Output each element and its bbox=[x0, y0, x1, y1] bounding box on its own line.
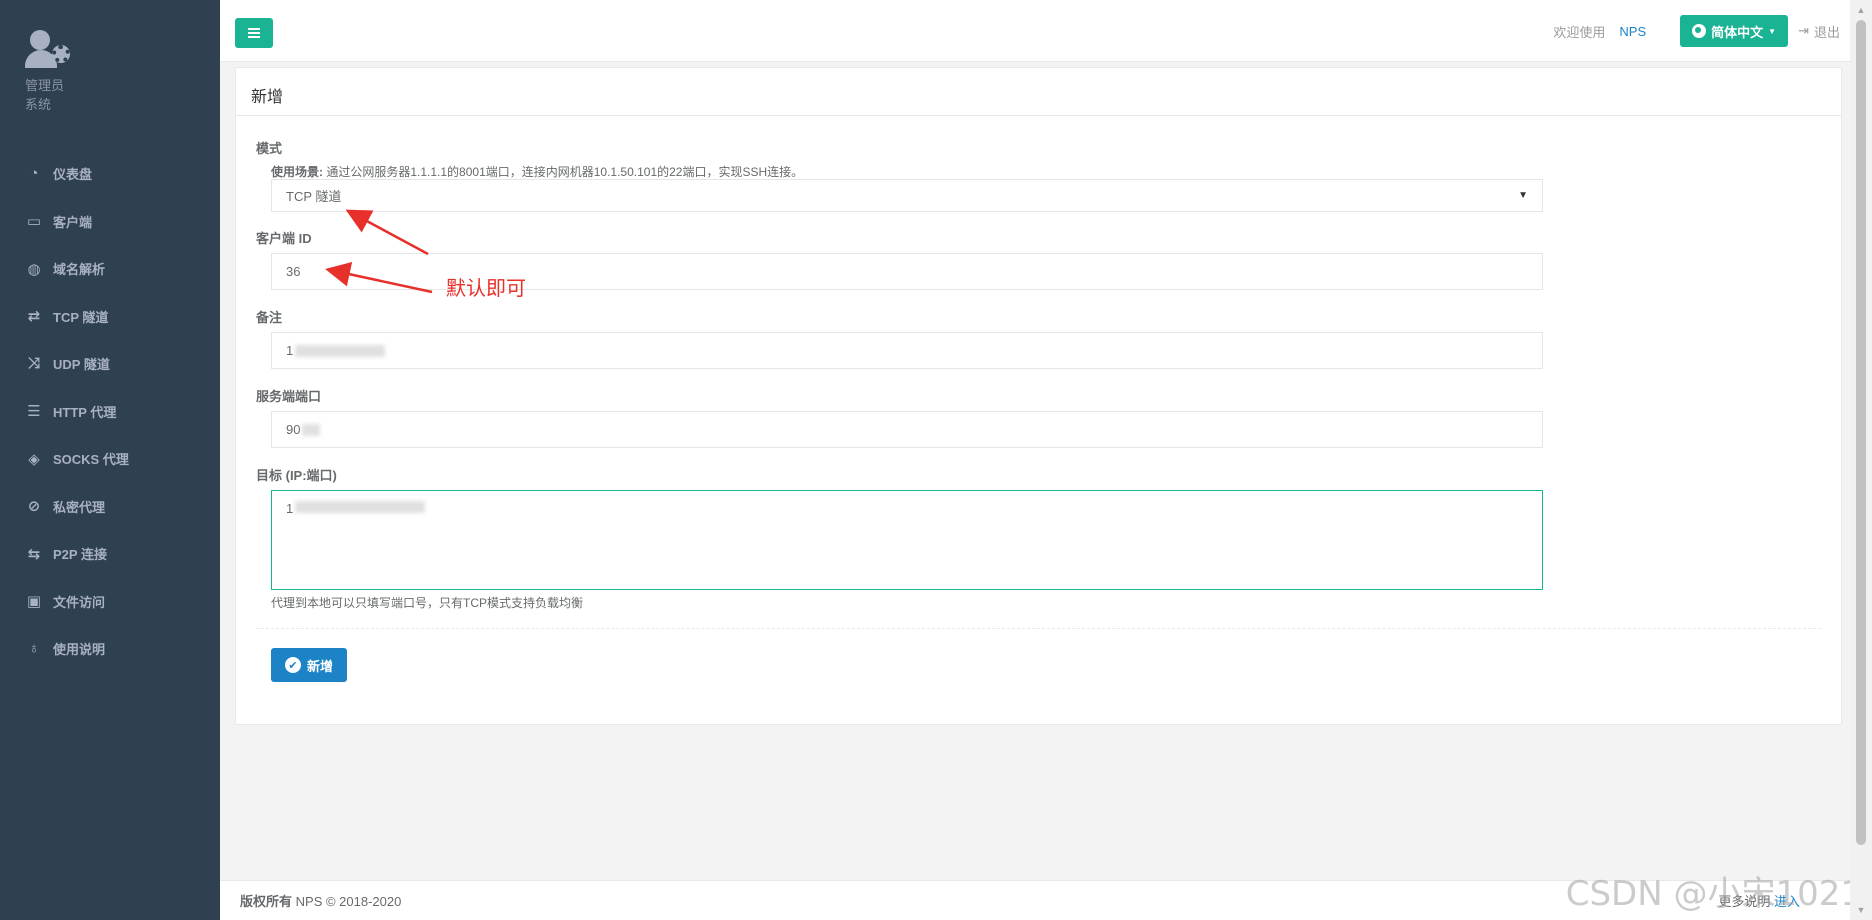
profile: 管理员 系统 bbox=[0, 0, 220, 150]
remark-input[interactable]: 1 bbox=[271, 332, 1543, 369]
server-port-label: 服务端端口 bbox=[256, 389, 322, 404]
scroll-thumb[interactable] bbox=[1856, 20, 1866, 845]
card-title: 新增 bbox=[251, 89, 284, 106]
sidebar-item-label: 仪表盘 bbox=[53, 167, 93, 183]
sidebar-item-label: 客户端 bbox=[53, 214, 93, 230]
layers-icon: ◈ bbox=[28, 450, 40, 468]
scroll-down-arrow-icon[interactable]: ▼ bbox=[1850, 900, 1872, 920]
sidebar-nav: ◔ 仪表盘 ▭ 客户端 ◍ 域名解析 ⇄ TCP 隧道 ⤨ UDP 隧道 ☰ HTTP 代理… bbox=[0, 150, 220, 673]
admin-gear-icon bbox=[25, 30, 75, 70]
usage-hint: 使用场景: 通过公网服务器1.1.1.1的8001端口，连接内网机器10.1.5… bbox=[271, 163, 803, 180]
mode-label: 模式 bbox=[256, 141, 283, 156]
language-dropdown[interactable]: 简体中文 ▼ bbox=[1680, 15, 1789, 47]
check-circle-icon: ✔ bbox=[284, 657, 301, 673]
sidebar-item-label: SOCKS 代理 bbox=[53, 452, 129, 468]
sidebar-item-p2p[interactable]: ⇆ P2P 连接 bbox=[0, 530, 220, 578]
submit-add-button[interactable]: ✔ 新增 bbox=[271, 648, 347, 682]
hamburger-icon bbox=[248, 32, 260, 34]
welcome-text: 欢迎使用 bbox=[1553, 24, 1606, 40]
copyright: 版权所有 NPS © 2018-2020 bbox=[240, 891, 401, 910]
sidebar-item-label: 使用说明 bbox=[53, 642, 106, 658]
target-help-text: 代理到本地可以只填写端口号，只有TCP模式支持负载均衡 bbox=[271, 596, 584, 610]
sidebar-item-help[interactable]: ♁ 使用说明 bbox=[0, 625, 220, 673]
sidebar-item-dashboard[interactable]: ◔ 仪表盘 bbox=[0, 150, 220, 198]
redaction-blur bbox=[302, 423, 321, 436]
sidebar-item-label: TCP 隧道 bbox=[53, 309, 109, 325]
random-icon: ⤨ bbox=[27, 355, 40, 373]
sidebar-item-label: 域名解析 bbox=[53, 262, 106, 278]
sidebar-item-label: 文件访问 bbox=[53, 594, 106, 610]
desktop-icon: ▭ bbox=[26, 213, 42, 231]
server-port-input[interactable]: 90 bbox=[271, 411, 1543, 448]
caret-down-icon: ▼ bbox=[1768, 26, 1777, 36]
redaction-blur bbox=[295, 501, 426, 513]
briefcase-icon: ▣ bbox=[26, 593, 42, 611]
sidebar-item-tcp[interactable]: ⇄ TCP 隧道 bbox=[0, 293, 220, 341]
sidebar-item-label: UDP 隧道 bbox=[53, 357, 110, 373]
globe-icon: ◍ bbox=[27, 260, 41, 278]
sidebar-item-socks[interactable]: ◈ SOCKS 代理 bbox=[0, 435, 220, 483]
remark-label: 备注 bbox=[256, 310, 283, 325]
client-id-label: 客户端 ID bbox=[256, 231, 312, 246]
sidebar-item-domain[interactable]: ◍ 域名解析 bbox=[0, 245, 220, 293]
page-scrollbar[interactable]: ▲ ▼ bbox=[1850, 0, 1872, 920]
language-label: 简体中文 bbox=[1711, 24, 1764, 40]
lightbulb-icon: ♁ bbox=[28, 640, 40, 658]
chevron-down-icon: ▼ bbox=[1518, 190, 1528, 201]
watermark: CSDN @小宋1021 bbox=[1565, 874, 1862, 914]
server-icon: ☰ bbox=[27, 403, 41, 421]
sidebar: 管理员 系统 ◔ 仪表盘 ▭ 客户端 ◍ 域名解析 ⇄ TCP 隧道 ⤨ UDP 隧道 ☰… bbox=[0, 0, 220, 920]
target-textarea[interactable]: 1 bbox=[271, 490, 1543, 590]
brand-link[interactable]: NPS bbox=[1619, 24, 1646, 39]
form-divider bbox=[256, 628, 1821, 629]
sign-out-icon: ⇥ bbox=[1798, 23, 1809, 38]
card-header: 新增 bbox=[236, 68, 1841, 116]
remark-value: 1 bbox=[286, 343, 294, 358]
submit-label: 新增 bbox=[306, 658, 333, 674]
annotation-note: 默认即可 bbox=[446, 278, 526, 300]
globe-icon bbox=[1692, 24, 1707, 38]
dashboard-icon: ◔ bbox=[29, 165, 39, 183]
target-label: 目标 (IP:端口) bbox=[256, 468, 337, 483]
profile-system: 系统 bbox=[25, 97, 52, 112]
sidebar-item-udp[interactable]: ⤨ UDP 隧道 bbox=[0, 340, 220, 388]
logout-label: 退出 bbox=[1813, 24, 1840, 40]
logout-link[interactable]: ⇥ 退出 bbox=[1798, 22, 1840, 41]
usage-text: 通过公网服务器1.1.1.1的8001端口，连接内网机器10.1.50.101的… bbox=[326, 165, 804, 179]
redaction-blur bbox=[295, 344, 386, 357]
server-port-value: 90 bbox=[286, 422, 301, 437]
retweet-icon: ⇄ bbox=[27, 308, 41, 326]
sidebar-item-label: P2P 连接 bbox=[53, 547, 107, 563]
sidebar-item-label: HTTP 代理 bbox=[53, 404, 117, 420]
sidebar-item-secret[interactable]: ⊘ 私密代理 bbox=[0, 483, 220, 531]
usage-prefix: 使用场景: bbox=[271, 165, 323, 179]
mode-select[interactable]: TCP 隧道 ▼ bbox=[271, 179, 1543, 212]
mode-selected-value: TCP 隧道 bbox=[286, 189, 342, 204]
copyright-bold: 版权所有 bbox=[240, 894, 293, 909]
copyright-rest: NPS © 2018-2020 bbox=[295, 894, 402, 909]
eye-slash-icon: ⊘ bbox=[27, 498, 41, 516]
scroll-up-arrow-icon[interactable]: ▲ bbox=[1850, 0, 1872, 20]
sidebar-item-file[interactable]: ▣ 文件访问 bbox=[0, 578, 220, 626]
client-id-value: 36 bbox=[286, 264, 301, 279]
sidebar-item-label: 私密代理 bbox=[53, 499, 106, 515]
menu-toggle-button[interactable] bbox=[235, 18, 273, 48]
exchange-icon: ⇆ bbox=[27, 545, 41, 563]
top-navbar: 欢迎使用 NPS 简体中文 ▼ ⇥ 退出 bbox=[220, 0, 1850, 62]
sidebar-item-http[interactable]: ☰ HTTP 代理 bbox=[0, 388, 220, 436]
sidebar-item-clients[interactable]: ▭ 客户端 bbox=[0, 198, 220, 246]
form-card: 新增 模式 使用场景: 通过公网服务器1.1.1.1的8001端口，连接内网机器… bbox=[235, 67, 1842, 725]
profile-role: 管理员 bbox=[25, 78, 65, 93]
target-value: 1 bbox=[286, 501, 294, 516]
